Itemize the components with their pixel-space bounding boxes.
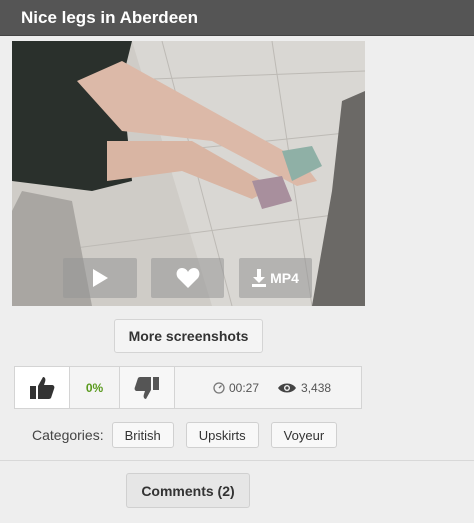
categories-label: Categories: — [32, 427, 104, 443]
thumbs-up-icon — [30, 376, 55, 399]
download-icon — [252, 269, 267, 287]
eye-icon — [278, 383, 297, 392]
category-tag-british[interactable]: British — [111, 422, 174, 448]
category-tag-voyeur[interactable]: Voyeur — [270, 422, 338, 448]
categories: Categories: British Upskirts Voyeur — [32, 422, 349, 448]
clock-icon — [213, 381, 225, 394]
download-mp4-button[interactable]: MP4 — [239, 258, 312, 298]
rating-bar: 0% 00:27 3,438 — [14, 366, 362, 409]
divider — [0, 460, 474, 461]
rating-percent: 0% — [70, 367, 120, 408]
title-bar: Nice legs in Aberdeen — [0, 0, 474, 36]
dislike-button[interactable] — [120, 367, 175, 408]
view-count: 3,438 — [301, 380, 332, 395]
heart-icon — [176, 268, 199, 288]
play-button[interactable] — [63, 258, 137, 298]
duration: 00:27 — [229, 380, 260, 395]
category-tag-upskirts[interactable]: Upskirts — [185, 422, 259, 448]
like-button[interactable] — [15, 367, 70, 408]
more-screenshots-button[interactable]: More screenshots — [114, 319, 263, 353]
play-icon — [93, 269, 108, 287]
page-title: Nice legs in Aberdeen — [21, 8, 198, 27]
download-label: MP4 — [270, 270, 299, 286]
comments-button[interactable]: Comments (2) — [126, 473, 250, 508]
video-meta: 00:27 3,438 — [213, 367, 331, 408]
favorite-button[interactable] — [151, 258, 224, 298]
thumbs-down-icon — [134, 376, 159, 399]
